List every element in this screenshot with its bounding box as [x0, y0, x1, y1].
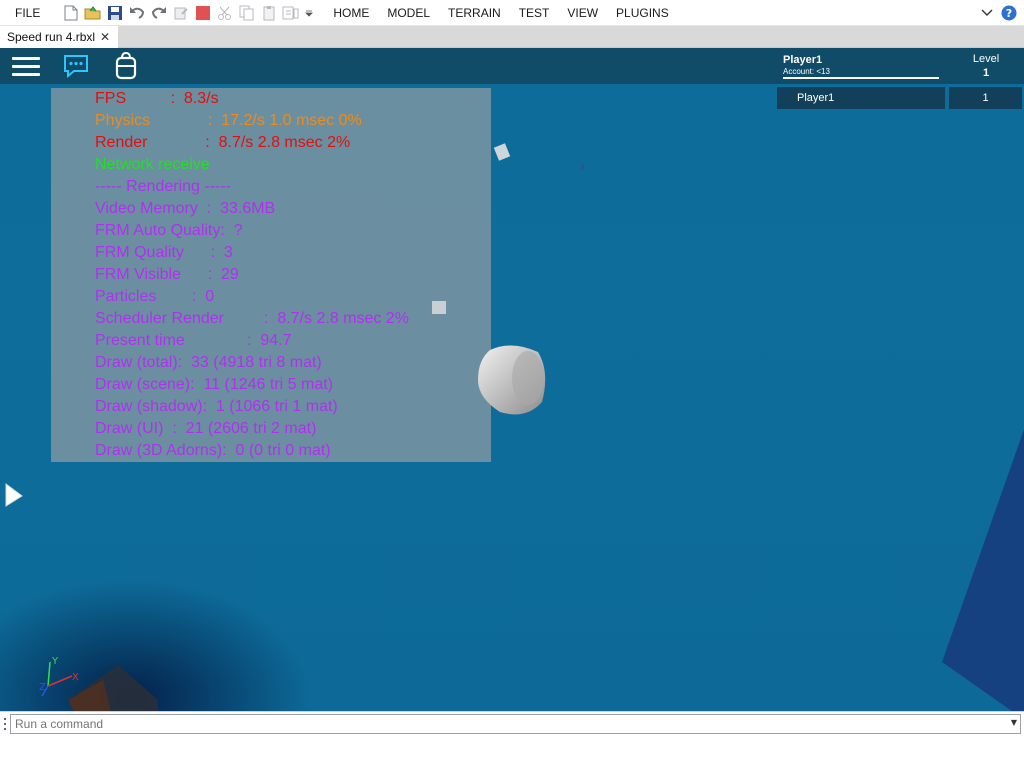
chat-icon[interactable] [62, 52, 90, 80]
publish-icon[interactable] [172, 4, 190, 22]
axis-gizmo-icon: Y X Z [39, 656, 79, 697]
stat-line: FRM Visible : 29 [95, 266, 239, 283]
tab-terrain[interactable]: TERRAIN [439, 0, 510, 26]
document-tab-strip: Speed run 4.rbxl ✕ [0, 26, 1024, 48]
stat-line: Draw (total): 33 (4918 tri 8 mat) [95, 354, 322, 371]
small-cube-part [432, 301, 446, 314]
mouse-cursor-icon [5, 483, 23, 507]
leaderboard-account-age: Account: <13 [783, 67, 830, 76]
command-input[interactable] [10, 714, 1021, 734]
new-file-icon[interactable] [62, 4, 80, 22]
tab-view[interactable]: VIEW [558, 0, 607, 26]
cut-icon[interactable] [216, 4, 234, 22]
stat-line: Render : 8.7/s 2.8 msec 2% [95, 134, 351, 151]
stat-line: Video Memory : 33.6MB [95, 200, 276, 217]
stat-line: ----- Rendering ----- [95, 178, 231, 195]
stat-line: Draw (UI) : 21 (2606 tri 2 mat) [95, 420, 317, 437]
command-bar: ▼ [0, 711, 1024, 735]
stat-line: Present time : 94.7 [95, 332, 292, 349]
stat-line: Physics : 17.2/s 1.0 msec 0% [95, 112, 362, 129]
undo-icon[interactable] [128, 4, 146, 22]
ribbon-collapse-icon[interactable] [978, 4, 996, 22]
stat-line: FRM Quality : 3 [95, 244, 233, 261]
stat-line: Scheduler Render : 8.7/s 2.8 msec 2% [95, 310, 409, 327]
axis-x-label: X [72, 672, 79, 683]
tab-plugins[interactable]: PLUGINS [607, 0, 678, 26]
command-bar-grip-icon[interactable] [3, 717, 7, 731]
leaderboard-row-player[interactable]: Player1 [777, 87, 945, 109]
document-tab-title: Speed run 4.rbxl [7, 30, 96, 44]
quick-access-dropdown-icon[interactable] [304, 4, 314, 22]
game-menu-icon[interactable] [12, 54, 40, 78]
leaderboard-level-header: Level 1 [950, 50, 1022, 82]
save-icon[interactable] [106, 4, 124, 22]
leaderboard-row-level: 1 [949, 87, 1022, 109]
game-viewport[interactable]: Player1 Account: <13 Level 1 Player1 1 F… [0, 48, 1024, 711]
small-cube-part [493, 143, 511, 161]
leaderboard-level-label: Level [972, 53, 1000, 65]
stop-icon[interactable] [194, 4, 212, 22]
duplicate-icon[interactable] [282, 4, 300, 22]
stat-line: Draw (shadow): 1 (1066 tri 1 mat) [95, 398, 338, 415]
stat-line: Draw (scene): 11 (1246 tri 5 mat) [95, 376, 334, 393]
tab-model[interactable]: MODEL [378, 0, 439, 26]
tiny-part [581, 164, 584, 170]
redo-icon[interactable] [150, 4, 168, 22]
tab-test[interactable]: TEST [510, 0, 559, 26]
axis-y-label: Y [51, 656, 59, 667]
close-tab-icon[interactable]: ✕ [100, 30, 110, 44]
copy-icon[interactable] [238, 4, 256, 22]
stat-line: FRM Auto Quality: ? [95, 222, 243, 239]
leaderboard-player-name: Player1 [783, 54, 823, 66]
dark-wall-part [942, 429, 1024, 711]
open-folder-icon[interactable] [84, 4, 102, 22]
svg-text:?: ? [1006, 7, 1012, 20]
document-tab[interactable]: Speed run 4.rbxl ✕ [0, 26, 118, 48]
cylinder-part [478, 345, 546, 415]
paste-icon[interactable] [260, 4, 278, 22]
stat-line: Draw (3D Adorns): 0 (0 tri 0 mat) [95, 442, 331, 459]
leaderboard-underline [783, 77, 939, 79]
stat-line: Network receive [95, 156, 210, 173]
tab-home[interactable]: HOME [324, 0, 378, 26]
menu-bar: FILE HOME MODEL TERRAIN TEST VIEW PLUGIN… [0, 0, 1024, 26]
file-menu[interactable]: FILE [0, 0, 60, 26]
axis-z-label: Z [39, 682, 46, 693]
render-stats-panel: FPS : 8.3/s Physics : 17.2/s 1.0 msec 0% R… [51, 88, 491, 462]
roblox-studio-window: FILE HOME MODEL TERRAIN TEST VIEW PLUGIN… [0, 0, 1024, 768]
backpack-icon[interactable] [114, 52, 138, 80]
command-history-dropdown-icon[interactable]: ▼ [1011, 718, 1017, 727]
leaderboard-level-total: 1 [982, 67, 990, 79]
leaderboard-player-header: Player1 Account: <13 [777, 50, 945, 82]
stat-line: Particles : 0 [95, 288, 215, 305]
help-icon[interactable]: ? [1000, 4, 1018, 22]
status-area [0, 735, 1024, 768]
stat-line: FPS : 8.3/s [95, 90, 219, 107]
